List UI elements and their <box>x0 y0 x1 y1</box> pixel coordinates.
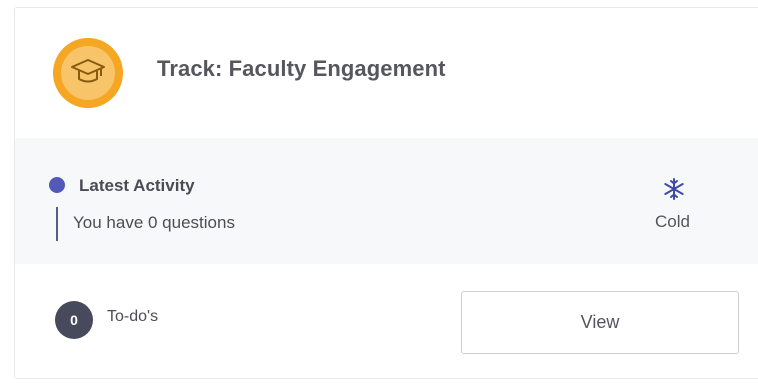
todo-count-badge: 0 <box>55 301 93 339</box>
latest-activity-section: Latest Activity You have 0 questions Col… <box>15 138 758 264</box>
card-footer: 0 To-do's View <box>15 264 758 378</box>
temperature-label: Cold <box>655 212 690 231</box>
view-button[interactable]: View <box>461 291 739 354</box>
graduation-cap-icon <box>71 56 105 91</box>
track-title: Track: Faculty Engagement <box>157 56 446 81</box>
snowflake-icon <box>663 178 685 200</box>
activity-timeline-line <box>56 207 58 241</box>
track-badge <box>53 38 123 108</box>
activity-dot <box>49 177 65 193</box>
card-header: Track: Faculty Engagement <box>15 8 758 138</box>
todo-label: To-do's <box>107 308 159 325</box>
track-card: Track: Faculty Engagement Latest Activit… <box>14 7 758 379</box>
activity-text: You have 0 questions <box>73 213 235 232</box>
latest-activity-heading: Latest Activity <box>79 176 195 195</box>
